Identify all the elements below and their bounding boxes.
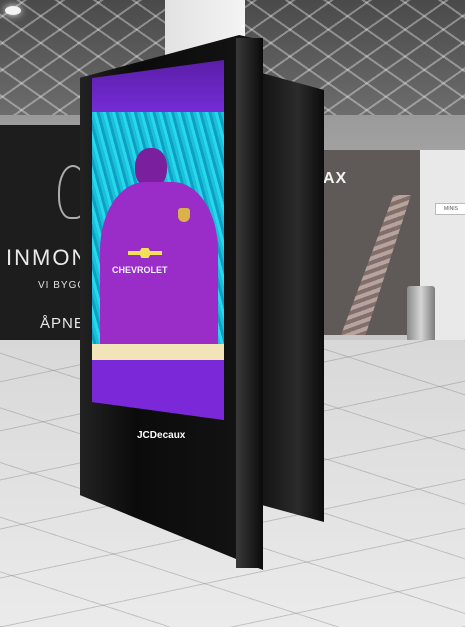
photo-scene: INMON VI BYGGER ÅPNER AX MINIS CHEVROLET… — [0, 0, 465, 627]
store-sign: MINIS — [435, 203, 465, 215]
jersey-sponsor-text: CHEVROLET — [112, 265, 168, 275]
kiosk-side-edge — [236, 38, 263, 568]
footballer-figure: CHEVROLET — [100, 148, 218, 362]
trash-bin — [407, 286, 435, 342]
ceiling-light — [5, 6, 21, 15]
club-crest-icon — [178, 208, 190, 222]
screen-band — [92, 344, 224, 360]
sponsor-logo-icon — [128, 248, 162, 258]
kiosk-screen: CHEVROLET — [92, 60, 224, 420]
shop-sign: AX — [323, 170, 348, 187]
escalator — [341, 195, 411, 335]
kiosk-rear-panel — [258, 72, 324, 522]
kiosk-brand-label: JCDecaux — [137, 430, 186, 441]
player-jersey: CHEVROLET — [100, 182, 218, 362]
hoarding-title: INMON — [6, 245, 90, 270]
